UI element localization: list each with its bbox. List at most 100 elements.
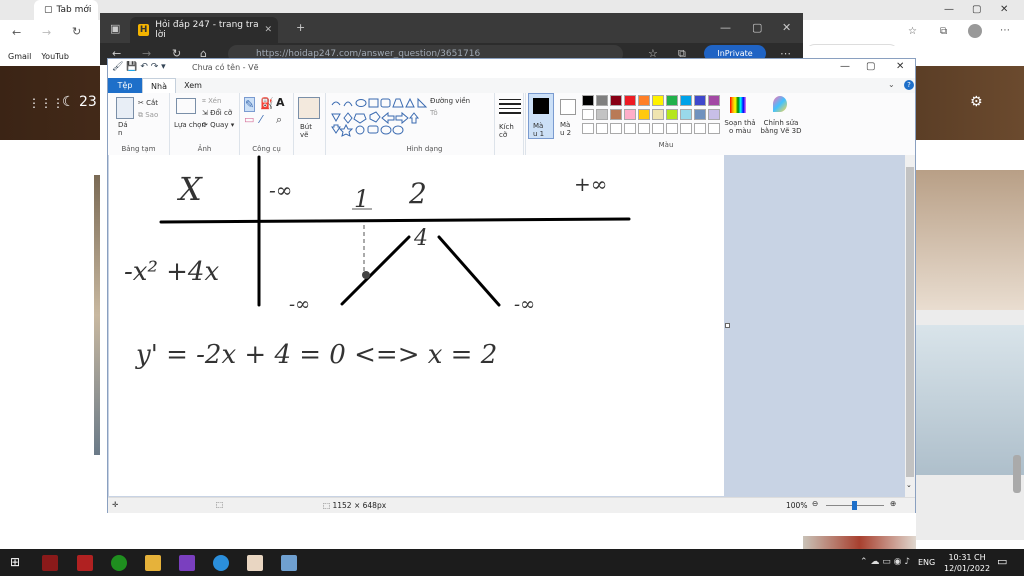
tab-hoidap[interactable]: H Hỏi đáp 247 - trang tra lời ✕: [130, 17, 278, 43]
avatar[interactable]: [968, 24, 982, 38]
apps-grid-icon[interactable]: ⋮⋮⋮: [28, 96, 64, 110]
color-swatch[interactable]: [624, 109, 636, 120]
color-swatch[interactable]: [582, 109, 594, 120]
custom-color-swatch[interactable]: [624, 123, 636, 134]
color-swatch[interactable]: [708, 109, 720, 120]
color-swatch[interactable]: [680, 95, 692, 106]
paste-button[interactable]: Dá n: [118, 121, 132, 137]
size-button[interactable]: Kích cỡ: [499, 123, 523, 139]
maximize-icon[interactable]: ▢: [752, 21, 762, 34]
fill-button[interactable]: Tô: [430, 109, 438, 117]
back-icon[interactable]: ←: [12, 26, 21, 39]
resize-button[interactable]: ⇲ Đổi cỡ: [202, 109, 232, 117]
drawing-canvas[interactable]: X -∞ 1 2 +∞ 4 -x² +4x -∞ -∞ y' = -2x + 4…: [109, 155, 724, 496]
tab-file[interactable]: Tệp: [108, 78, 142, 93]
color-swatch[interactable]: [624, 95, 636, 106]
scroll-thumb[interactable]: [906, 167, 914, 477]
custom-color-swatch[interactable]: [596, 123, 608, 134]
custom-color-swatch[interactable]: [582, 123, 594, 134]
color-swatch[interactable]: [694, 109, 706, 120]
tab-new[interactable]: ▢ Tab mới: [34, 0, 98, 20]
edit-colors-button[interactable]: Soạn thả o màu: [722, 93, 756, 141]
maximize-icon[interactable]: ▢: [972, 4, 981, 15]
favorites-icon[interactable]: ☆: [908, 26, 917, 37]
crop-button[interactable]: ⌗ Xén: [202, 97, 221, 106]
zoom-out-icon[interactable]: ⊖: [812, 499, 818, 508]
edge-icon[interactable]: [213, 555, 229, 571]
quick-access-toolbar[interactable]: 🖌 💾 ↶ ↷ ▾: [112, 62, 166, 72]
refresh-icon[interactable]: ↻: [72, 25, 81, 38]
cut-button[interactable]: ✂ Cắt: [138, 99, 158, 107]
color-swatch[interactable]: [610, 109, 622, 120]
select-icon[interactable]: [176, 98, 196, 114]
system-tray-icons[interactable]: ⌃ ☁ ▭ ◉ ♪: [860, 557, 910, 567]
color-swatch[interactable]: [652, 109, 664, 120]
copy-button[interactable]: ⧉ Sao: [138, 111, 158, 120]
tab-actions-icon[interactable]: ▣: [110, 22, 120, 35]
minimize-icon[interactable]: —: [840, 61, 850, 72]
game-app-icon[interactable]: [42, 555, 58, 571]
news-card-image[interactable]: [803, 536, 916, 549]
custom-color-swatch[interactable]: [694, 123, 706, 134]
favorite-gmail[interactable]: Gmail: [8, 52, 31, 61]
color-swatch[interactable]: [596, 95, 608, 106]
custom-color-swatch[interactable]: [610, 123, 622, 134]
resize-handle[interactable]: [725, 323, 730, 328]
paste-icon[interactable]: [116, 97, 134, 119]
color-swatch[interactable]: [666, 95, 678, 106]
custom-color-swatch[interactable]: [638, 123, 650, 134]
brush-icon[interactable]: [298, 97, 320, 119]
pencil-icon[interactable]: ✎: [244, 97, 256, 112]
color-swatch[interactable]: [694, 95, 706, 106]
news-card-image[interactable]: [916, 325, 1024, 475]
collections-icon[interactable]: ⧉: [940, 26, 947, 37]
custom-color-swatch[interactable]: [680, 123, 692, 134]
magnifier-icon[interactable]: ⌕: [276, 113, 282, 127]
custom-color-swatch[interactable]: [652, 123, 664, 134]
xbox-icon[interactable]: [111, 555, 127, 571]
eraser-icon[interactable]: ▭: [244, 113, 254, 126]
gear-icon[interactable]: ⚙: [970, 94, 983, 110]
rotate-button[interactable]: ⟳ Quay ▾: [202, 121, 234, 129]
scroll-down-icon[interactable]: ⌄: [906, 481, 912, 489]
zoom-in-icon[interactable]: ⊕: [890, 499, 896, 508]
fill-icon[interactable]: ⛽: [260, 97, 274, 110]
color-swatch[interactable]: [582, 95, 594, 106]
tab-home[interactable]: Nhà: [142, 78, 176, 93]
close-icon[interactable]: ✕: [1000, 4, 1008, 15]
brushes-button[interactable]: Bút vẽ: [300, 123, 320, 139]
visual-studio-icon[interactable]: [179, 555, 195, 571]
photo-app-icon[interactable]: [247, 555, 263, 571]
forward-icon[interactable]: →: [42, 26, 51, 39]
zoom-slider-thumb[interactable]: [852, 501, 857, 510]
color-swatch[interactable]: [680, 109, 692, 120]
more-icon[interactable]: ⋯: [1000, 25, 1010, 36]
color-swatch[interactable]: [638, 95, 650, 106]
minimize-icon[interactable]: —: [944, 4, 954, 15]
outline-button[interactable]: Đường viền: [430, 97, 470, 105]
paint-taskbar-icon[interactable]: [281, 555, 297, 571]
color2-button[interactable]: Mà u 2: [556, 93, 582, 139]
color-swatch[interactable]: [652, 95, 664, 106]
color-swatch[interactable]: [596, 109, 608, 120]
color-picker-icon[interactable]: ⁄: [260, 113, 262, 126]
color-swatch[interactable]: [666, 109, 678, 120]
collapse-ribbon-icon[interactable]: ⌄: [888, 80, 895, 89]
news-card-image[interactable]: [916, 170, 1024, 310]
close-icon[interactable]: ✕: [896, 61, 904, 72]
minimize-icon[interactable]: —: [720, 21, 731, 34]
windows-start-icon[interactable]: ⊞: [10, 555, 20, 569]
color1-button[interactable]: Mà u 1: [528, 93, 554, 139]
tab-view[interactable]: Xem: [176, 78, 210, 93]
size-icon[interactable]: [499, 99, 521, 117]
custom-color-swatch[interactable]: [666, 123, 678, 134]
close-icon[interactable]: ✕: [782, 21, 791, 34]
paint3d-button[interactable]: Chỉnh sửa bằng Vẽ 3D: [758, 93, 804, 141]
file-explorer-icon[interactable]: [145, 555, 161, 571]
custom-color-swatch[interactable]: [708, 123, 720, 134]
text-icon[interactable]: A: [276, 96, 285, 109]
color-swatch[interactable]: [638, 109, 650, 120]
new-tab-icon[interactable]: +: [296, 21, 305, 34]
maximize-icon[interactable]: ▢: [866, 61, 875, 72]
clock[interactable]: 10:31 CH 12/01/2022: [944, 552, 990, 574]
